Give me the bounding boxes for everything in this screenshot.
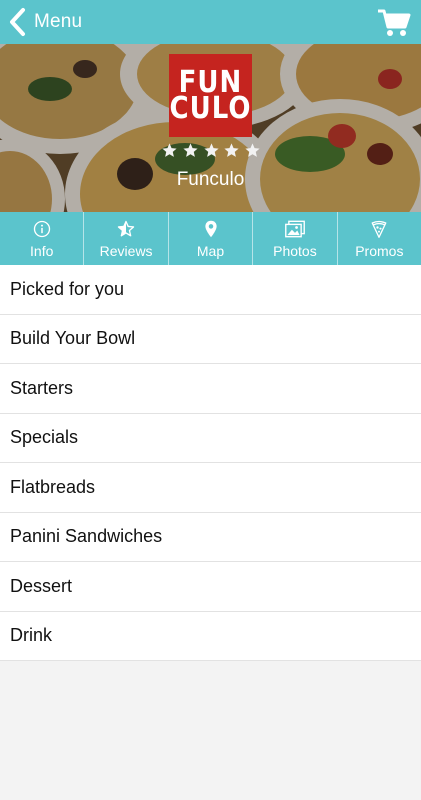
star-icon <box>245 143 260 157</box>
back-button[interactable]: Menu <box>8 6 82 38</box>
star-half-icon <box>117 220 135 237</box>
tab-promos[interactable]: Promos <box>338 212 421 265</box>
tab-label: Reviews <box>99 243 153 259</box>
restaurant-logo: FUN CULO <box>169 54 252 137</box>
tab-label: Map <box>196 243 225 259</box>
info-icon <box>33 220 50 238</box>
tab-label: Photos <box>273 243 317 259</box>
logo-text-line-2: CULO <box>169 91 252 126</box>
menu-category-item[interactable]: Drink <box>0 612 421 661</box>
cart-button[interactable] <box>377 8 411 43</box>
tab-photos[interactable]: Photos <box>253 212 338 265</box>
star-icon <box>203 143 219 157</box>
pizza-slice-icon <box>371 220 387 238</box>
restaurant-hero: FUN CULO Funculo <box>0 44 421 212</box>
tab-info[interactable]: Info <box>0 212 85 265</box>
cart-icon <box>378 9 411 36</box>
menu-category-item[interactable]: Build Your Bowl <box>0 315 421 364</box>
menu-category-item[interactable]: Specials <box>0 414 421 463</box>
menu-category-item[interactable]: Dessert <box>0 562 421 612</box>
tab-label: Promos <box>355 243 404 259</box>
menu-category-item[interactable]: Picked for you <box>0 265 421 315</box>
rating-stars <box>161 142 261 160</box>
restaurant-name: Funculo <box>176 169 245 190</box>
menu-category-item[interactable]: Panini Sandwiches <box>0 513 421 562</box>
menu-category-item[interactable]: Starters <box>0 364 421 414</box>
menu-category-item[interactable]: Flatbreads <box>0 463 421 513</box>
chevron-left-icon <box>10 8 25 36</box>
back-label: Menu <box>34 11 83 32</box>
star-icon <box>183 143 198 157</box>
top-bar: Menu <box>0 0 421 44</box>
tab-map[interactable]: Map <box>169 212 254 265</box>
restaurant-tabs: Info Reviews Map Photos Promos <box>0 212 421 265</box>
tab-label: Info <box>30 243 54 259</box>
tab-reviews[interactable]: Reviews <box>84 212 169 265</box>
star-icon <box>224 143 239 157</box>
map-pin-icon <box>204 220 217 238</box>
photos-icon <box>284 220 305 238</box>
star-icon <box>162 143 177 157</box>
menu-category-list: Picked for you Build Your Bowl Starters … <box>0 265 421 661</box>
